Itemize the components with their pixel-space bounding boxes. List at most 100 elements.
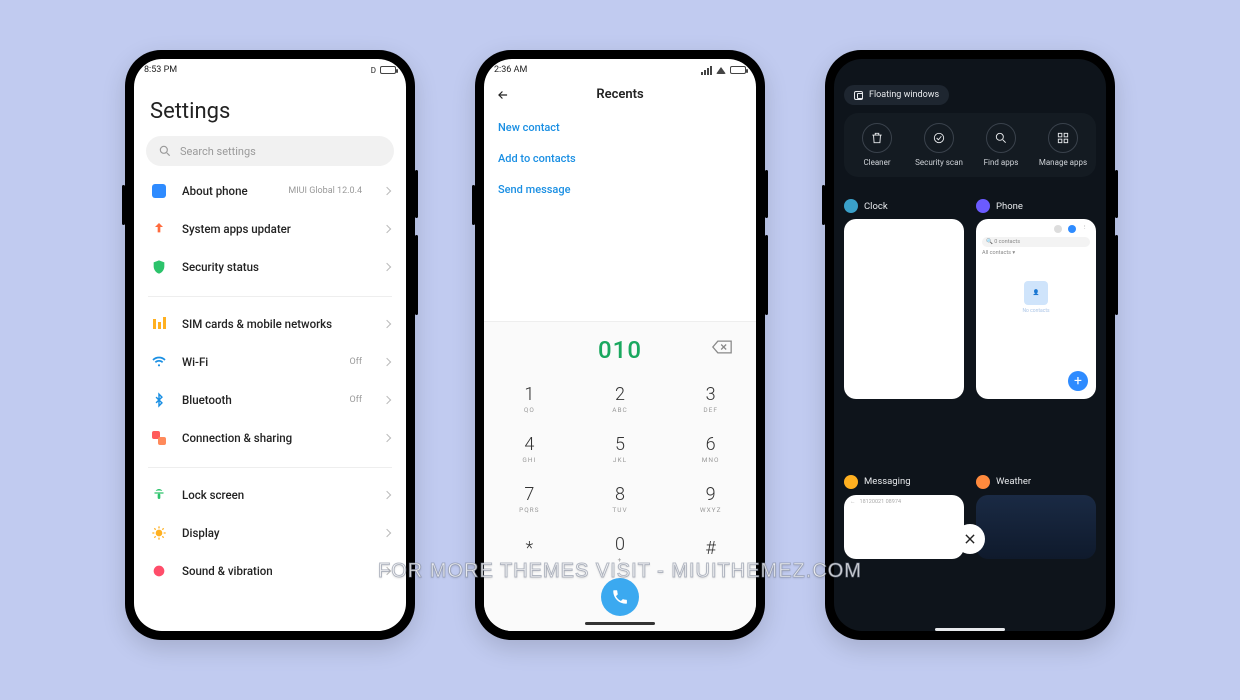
shield-icon	[150, 258, 168, 276]
home-indicator[interactable]	[585, 622, 655, 625]
battery-icon	[730, 66, 746, 74]
settings-item-sound-vibration[interactable]: Sound & vibration	[148, 552, 392, 590]
tool-find-apps[interactable]: Find apps	[974, 123, 1028, 167]
app-icon	[844, 199, 858, 213]
recent-card-label: Clock	[864, 201, 888, 212]
chevron-right-icon	[383, 567, 391, 575]
dialer-action-new-contact[interactable]: New contact	[498, 112, 742, 143]
page-title: Settings	[134, 81, 406, 136]
key-star[interactable]: *	[484, 524, 575, 574]
settings-item-label: Wi-Fi	[182, 355, 336, 369]
app-icon	[844, 475, 858, 489]
tool-security-scan[interactable]: Security scan	[912, 123, 966, 167]
key-5[interactable]: 5JKL	[575, 424, 666, 474]
key-hash[interactable]: #	[665, 524, 756, 574]
updater-icon	[150, 220, 168, 238]
chevron-right-icon	[383, 529, 391, 537]
app-icon	[976, 199, 990, 213]
key-4[interactable]: 4GHI	[484, 424, 575, 474]
settings-item-label: Security status	[182, 260, 370, 274]
settings-item-security-status[interactable]: Security status	[148, 248, 392, 286]
display-icon	[150, 524, 168, 542]
key-7[interactable]: 7PQRS	[484, 474, 575, 524]
settings-item-about-phone[interactable]: About phone MIUI Global 12.0.4	[148, 172, 392, 210]
settings-item-bluetooth[interactable]: Bluetooth Off	[148, 381, 392, 419]
search-input[interactable]: Search settings	[146, 136, 394, 166]
trash-icon	[862, 123, 892, 153]
data-icon: D	[371, 66, 376, 75]
settings-item-sub: Off	[350, 395, 362, 405]
recent-card-clock[interactable]: Clock	[844, 199, 964, 465]
settings-item-sub: MIUI Global 12.0.4	[288, 186, 362, 196]
tool-manage-apps[interactable]: Manage apps	[1036, 123, 1090, 167]
key-9[interactable]: 9WXYZ	[665, 474, 756, 524]
recent-card-weather[interactable]: Weather	[976, 475, 1096, 625]
chevron-right-icon	[383, 358, 391, 366]
tool-cleaner[interactable]: Cleaner	[850, 123, 904, 167]
chevron-right-icon	[383, 187, 391, 195]
settings-item-display[interactable]: Display	[148, 514, 392, 552]
settings-item-label: Connection & sharing	[182, 431, 370, 445]
lock-icon	[150, 486, 168, 504]
wifi-icon	[150, 353, 168, 371]
settings-item-connection-sharing[interactable]: Connection & sharing	[148, 419, 392, 457]
chevron-right-icon	[383, 225, 391, 233]
settings-item-sim-cards-mobile-networks[interactable]: SIM cards & mobile networks	[148, 305, 392, 343]
status-time: 8:53 PM	[144, 65, 177, 75]
search-icon	[158, 144, 172, 158]
phone-dialer: 2:36 AM Recents New contactAdd to contac…	[475, 50, 765, 640]
recent-card-label: Messaging	[864, 476, 911, 487]
settings-item-label: Sound & vibration	[182, 564, 370, 578]
floating-windows-button[interactable]: Floating windows	[844, 85, 949, 105]
chevron-right-icon	[383, 491, 391, 499]
key-8[interactable]: 8TUV	[575, 474, 666, 524]
recent-card-label: Weather	[996, 476, 1031, 487]
add-contact-fab[interactable]: +	[1068, 371, 1088, 391]
sim-icon	[150, 315, 168, 333]
dialer-action-add-to-contacts[interactable]: Add to contacts	[498, 143, 742, 174]
app-icon	[976, 475, 990, 489]
settings-item-system-apps-updater[interactable]: System apps updater	[148, 210, 392, 248]
share-icon	[150, 429, 168, 447]
key-6[interactable]: 6MNO	[665, 424, 756, 474]
status-time: 2:36 AM	[494, 65, 527, 75]
phone-settings: 8:53 PM D Settings Search settings About…	[125, 50, 415, 640]
dialer-action-send-message[interactable]: Send message	[498, 174, 742, 205]
settings-item-label: About phone	[182, 184, 274, 198]
signal-icon	[701, 66, 712, 75]
bt-icon	[150, 391, 168, 409]
key-1[interactable]: 1QO	[484, 374, 575, 424]
key-3[interactable]: 3DEF	[665, 374, 756, 424]
phone-recents: Floating windows CleanerSecurity scanFin…	[825, 50, 1115, 640]
close-recents-button[interactable]	[955, 524, 985, 554]
settings-item-wi-fi[interactable]: Wi-Fi Off	[148, 343, 392, 381]
settings-item-lock-screen[interactable]: Lock screen	[148, 476, 392, 514]
scan-icon	[924, 123, 954, 153]
statusbar: 2:36 AM	[484, 59, 756, 81]
sound-icon	[150, 562, 168, 580]
about-icon	[150, 182, 168, 200]
settings-item-label: Lock screen	[182, 488, 370, 502]
dialpad: 010 1QO2ABC3DEF 4GHI5JKL6MNO 7PQRS8TUV9WXY…	[484, 321, 756, 631]
key-0[interactable]: 0+	[575, 524, 666, 574]
settings-item-label: Bluetooth	[182, 393, 336, 407]
chevron-right-icon	[383, 396, 391, 404]
typed-number: 010	[598, 336, 642, 364]
search-icon	[986, 123, 1016, 153]
grid-icon	[1048, 123, 1078, 153]
recent-card-phone[interactable]: Phone ⋮ 🔍 0 contacts All contacts ▾ 👤No …	[976, 199, 1096, 465]
backspace-button[interactable]	[712, 340, 732, 357]
wifi-icon	[716, 67, 726, 74]
battery-icon	[380, 66, 396, 74]
statusbar	[834, 59, 1106, 81]
call-button[interactable]	[601, 578, 639, 616]
page-title: Recents	[496, 87, 744, 102]
chevron-right-icon	[383, 263, 391, 271]
recent-card-messaging[interactable]: Messaging←18120021 08974	[844, 475, 964, 625]
chevron-right-icon	[383, 320, 391, 328]
key-2[interactable]: 2ABC	[575, 374, 666, 424]
statusbar: 8:53 PM D	[134, 59, 406, 81]
settings-item-label: System apps updater	[182, 222, 370, 236]
settings-item-sub: Off	[350, 357, 362, 367]
home-indicator[interactable]	[935, 628, 1005, 631]
